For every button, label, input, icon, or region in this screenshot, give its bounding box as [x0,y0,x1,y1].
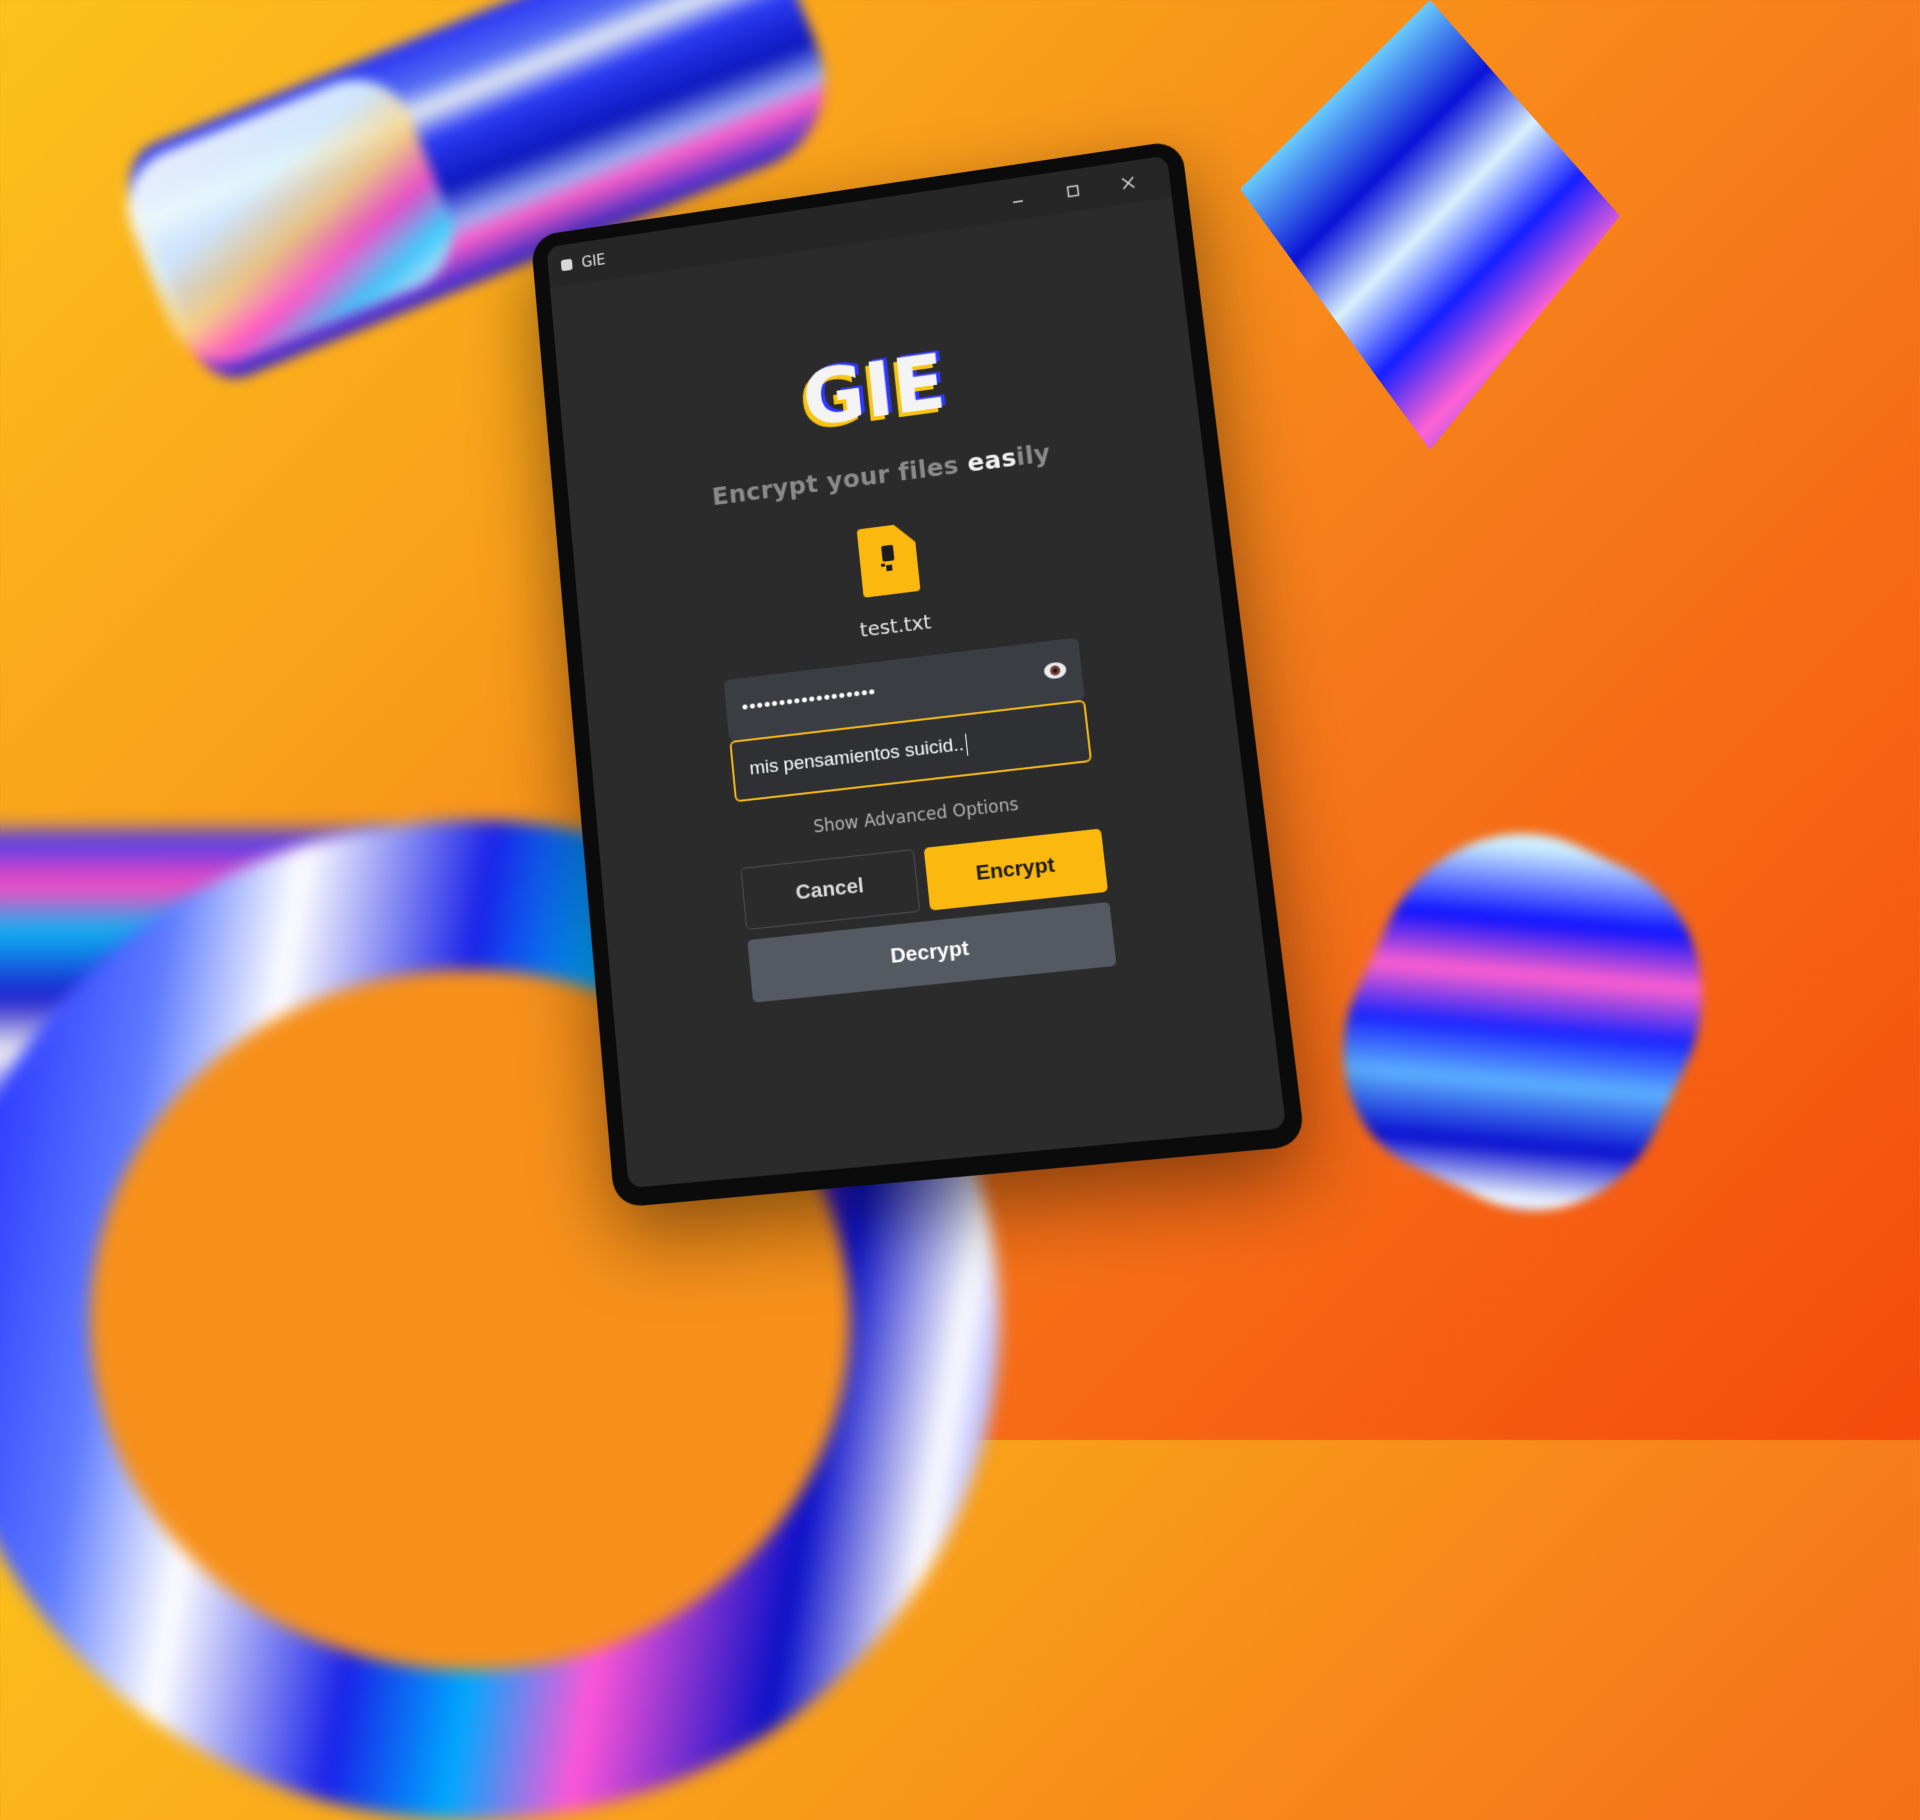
tagline-prefix: Encrypt your files [711,449,969,511]
cancel-button[interactable]: Cancel [740,849,920,930]
crystal-octahedron-decoration [1240,0,1620,450]
maximize-button[interactable] [1043,166,1103,216]
file-name: test.txt [859,609,932,641]
window-title: GIE [581,251,606,271]
text-caret [964,734,967,756]
minimize-icon [1011,192,1024,205]
maximize-icon [1065,184,1079,198]
eye-icon[interactable] [1042,659,1068,682]
tagline-suffix: ily [1015,438,1052,471]
app-icon [561,259,573,272]
crystal-cylinder-decoration [1299,787,1750,1253]
minimize-button[interactable] [988,174,1047,224]
close-icon [1121,175,1135,189]
close-button[interactable] [1098,158,1158,208]
show-advanced-options-link[interactable]: Show Advanced Options [812,795,1019,838]
encrypt-button[interactable]: Encrypt [924,829,1108,911]
locked-file-icon[interactable] [854,520,922,600]
password-mask: •••••••••••••••••• [741,682,877,720]
hint-value: mis pensamientos suicid.. [749,734,965,781]
tagline-highlight: eas [966,443,1018,478]
gie-logo: GIE GIE GIE [756,332,988,451]
main-content: GIE GIE GIE Encrypt your files easily te… [550,198,1264,1017]
app-device-frame: GIE GIE GIE GIE Encrypt your files easil… [531,140,1306,1208]
tagline: Encrypt your files easily [711,438,1052,511]
app-window: GIE GIE GIE GIE Encrypt your files easil… [546,156,1286,1189]
